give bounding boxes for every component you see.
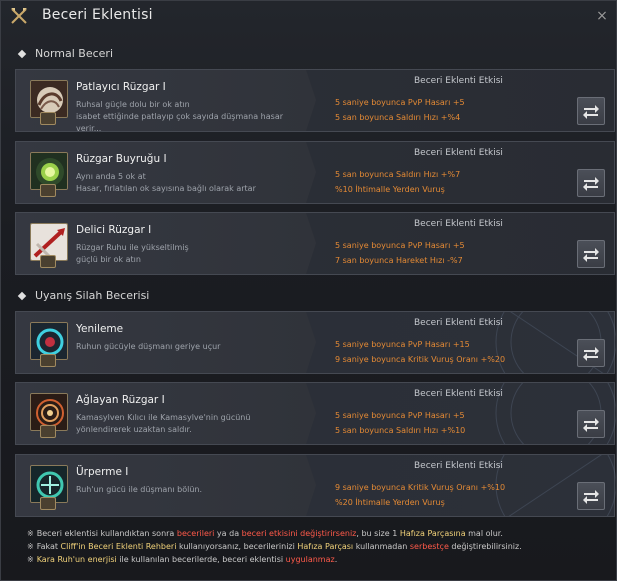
effect-line: 7 san boyunca Hareket Hızı -%7 (335, 256, 463, 265)
swap-badge-icon (40, 497, 56, 510)
footer-note: ※ Beceri eklentisi kullandıktan sonra bec… (27, 529, 503, 538)
section-title: Normal Beceri (35, 47, 114, 60)
skill-name: Patlayıcı Rüzgar I (76, 81, 166, 93)
effect-line: %10 İhtimalle Yerden Vuruş (335, 185, 445, 194)
effect-header: Beceri Eklenti Etkisi (414, 219, 503, 229)
change-effect-button[interactable] (577, 97, 605, 125)
swap-arrows-icon (583, 105, 599, 119)
effect-line: 5 saniye boyunca PvP Hasarı +5 (335, 411, 465, 420)
diamond-bullet-icon (17, 49, 27, 58)
effect-line: 9 saniye boyunca Kritik Vuruş Oranı +%20 (335, 355, 506, 364)
footer-note: ※ Fakat Cliff'in Beceri Eklenti Rehberi k… (27, 542, 522, 551)
change-effect-button[interactable] (577, 339, 605, 367)
skill-name: Rüzgar Buyruğu I (76, 153, 167, 165)
skill-description: Aynı anda 5 ok at Hasar, fırlatılan ok s… (76, 172, 256, 193)
skill-name: Ürperme I (76, 466, 129, 478)
close-button[interactable]: × (594, 8, 610, 24)
swap-badge-icon (40, 425, 56, 438)
skill-description: Kamasylven Kılıcı ile Kamasylve'nin gücü… (76, 413, 251, 434)
effect-header: Beceri Eklenti Etkisi (414, 318, 503, 328)
skill-row: Ağlayan Rüzgar I Kamasylven Kılıcı ile K… (15, 382, 616, 445)
effect-header: Beceri Eklenti Etkisi (414, 461, 503, 471)
effect-line: 9 saniye boyunca Kritik Vuruş Oranı +%10 (335, 483, 506, 492)
swap-arrows-icon (583, 248, 599, 262)
swap-arrows-icon (583, 347, 599, 361)
effect-line: 5 san boyunca Saldırı Hızı +%7 (335, 170, 461, 179)
window-title: Beceri Eklentisi (42, 7, 153, 23)
change-effect-button[interactable] (577, 240, 605, 268)
change-effect-button[interactable] (577, 410, 605, 438)
effect-header: Beceri Eklenti Etkisi (414, 389, 503, 399)
effect-line: %20 İhtimalle Yerden Vuruş (335, 498, 445, 507)
skill-row: Patlayıcı Rüzgar I Ruhsal güçle dolu bir… (15, 69, 615, 133)
skill-description: Ruh'un gücü ile düşmanı bölün. (76, 485, 203, 494)
skill-name: Yenileme (76, 323, 124, 335)
skill-description: Ruhun gücüyle düşmanı geriye uçur (76, 342, 221, 351)
section-header-awakening: Uyanış Silah Becerisi (17, 289, 150, 302)
effect-line: 5 saniye boyunca PvP Hasarı +15 (335, 340, 470, 349)
swap-arrows-icon (583, 418, 599, 432)
swap-arrows-icon (583, 490, 599, 504)
skill-name: Ağlayan Rüzgar I (76, 394, 165, 406)
skill-row: Ürperme I Ruh'un gücü ile düşmanı bölün.… (15, 454, 616, 517)
change-effect-button[interactable] (577, 482, 605, 510)
diamond-bullet-icon (17, 291, 27, 300)
crossed-tools-icon (9, 6, 29, 26)
skill-addon-window: Beceri Eklentisi × Normal Beceri Patlayı… (0, 0, 617, 581)
effect-line: 5 saniye boyunca PvP Hasarı +5 (335, 98, 465, 107)
section-header-normal: Normal Beceri (17, 47, 114, 60)
swap-badge-icon (40, 354, 56, 367)
skill-row: Rüzgar Buyruğu I Aynı anda 5 ok at Hasar… (15, 141, 615, 204)
skill-description: Ruhsal güçle dolu bir ok atın isabet ett… (76, 100, 284, 133)
swap-badge-icon (40, 112, 56, 125)
effect-header: Beceri Eklenti Etkisi (414, 148, 503, 158)
title-bar: Beceri Eklentisi × (1, 1, 616, 31)
skill-name: Delici Rüzgar I (76, 224, 152, 236)
skill-row: Yenileme Ruhun gücüyle düşmanı geriye uç… (15, 311, 616, 374)
effect-line: 5 saniye boyunca PvP Hasarı +5 (335, 241, 465, 250)
skill-description: Rüzgar Ruhu ile yükseltilmiş güçlü bir o… (76, 243, 189, 264)
change-effect-button[interactable] (577, 169, 605, 197)
section-title: Uyanış Silah Becerisi (35, 289, 150, 302)
effect-line: 5 san boyunca Saldırı Hızı +%10 (335, 426, 466, 435)
swap-arrows-icon (583, 177, 599, 191)
effect-header: Beceri Eklenti Etkisi (414, 76, 503, 86)
swap-badge-icon (40, 255, 56, 268)
swap-badge-icon (40, 184, 56, 197)
footer-note: ※ Kara Ruh'un enerjisi ile kullanılan bec… (27, 555, 338, 564)
effect-line: 5 san boyunca Saldırı Hızı +%4 (335, 113, 461, 122)
skill-row: Delici Rüzgar I Rüzgar Ruhu ile yükselti… (15, 212, 615, 275)
